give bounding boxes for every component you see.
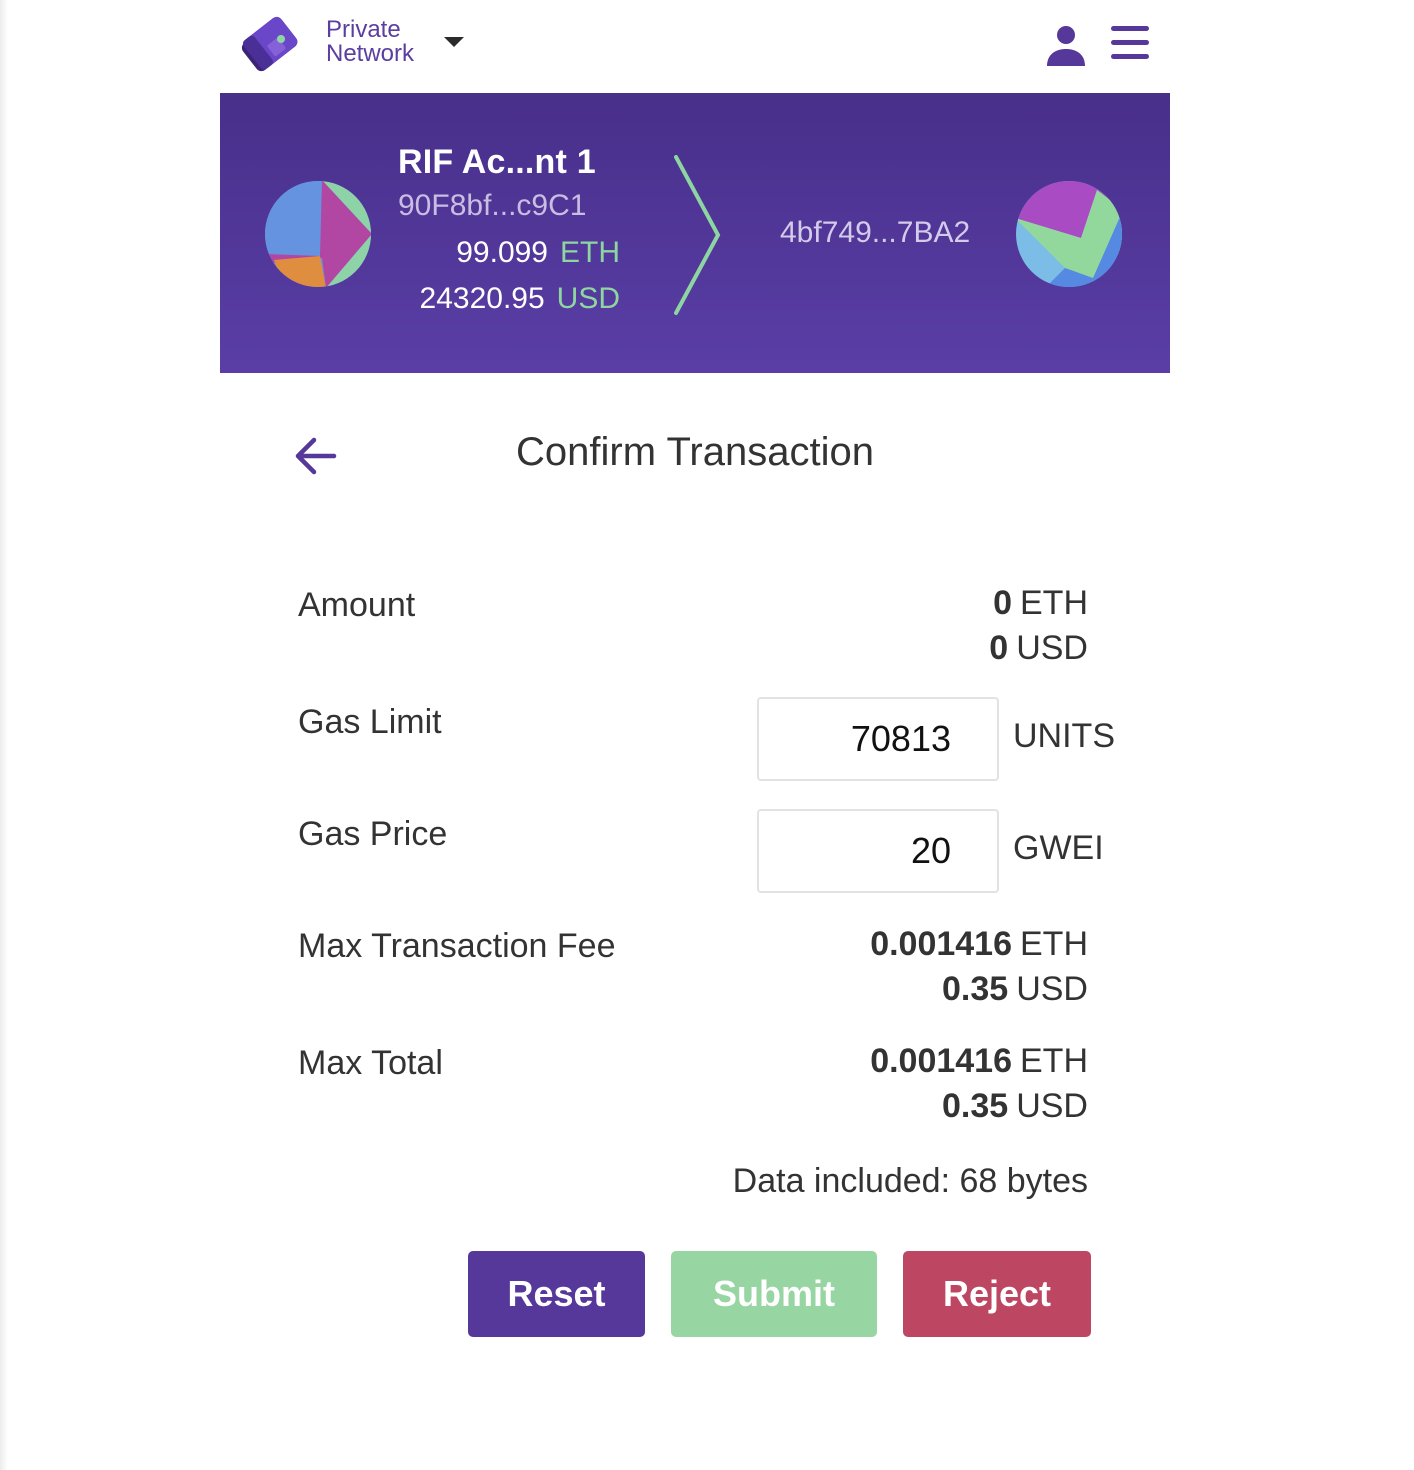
eth-balance-unit: ETH [560, 236, 620, 269]
top-bar: Private Network [220, 0, 1170, 93]
max-total-usd-unit: USD [1016, 1087, 1088, 1125]
network-name-line2: Network [326, 40, 415, 67]
reject-button[interactable]: Reject [903, 1251, 1091, 1337]
gas-price-input[interactable] [757, 809, 999, 893]
chevron-right-icon [674, 155, 721, 315]
page-title: Confirm Transaction [516, 430, 874, 474]
sender-identicon [265, 181, 371, 287]
reset-button[interactable]: Reset [468, 1251, 645, 1337]
max-total-label: Max Total [298, 1044, 443, 1082]
sender-usd-balance: 24320.95 USD [420, 282, 620, 316]
recipient-identicon [1016, 181, 1122, 287]
caret-down-icon [444, 37, 464, 47]
amount-label: Amount [298, 586, 416, 624]
hamburger-menu-icon[interactable] [1110, 24, 1150, 62]
amount-eth-value: 0 [993, 584, 1012, 622]
max-fee-eth-value: 0.001416 [870, 925, 1012, 963]
amount-usd-value: 0 [989, 629, 1009, 667]
max-total-eth-unit: ETH [1020, 1042, 1088, 1080]
sender-address: 90F8bf...c9C1 [398, 189, 587, 222]
gas-price-unit: GWEI [1013, 829, 1104, 867]
sender-account-name: RIF Ac...nt 1 [398, 143, 596, 181]
gas-price-label: Gas Price [298, 815, 448, 853]
max-fee-eth-unit: ETH [1020, 925, 1088, 963]
max-fee-usd-value: 0.35 [942, 970, 1009, 1008]
usd-balance-value: 24320.95 [419, 282, 545, 315]
recipient-address: 4bf749...7BA2 [780, 216, 971, 249]
max-total-eth: 0.001416 ETH [870, 1042, 1088, 1081]
network-name: Private Network [326, 18, 430, 66]
wallet-app: Private Network RIF Ac...nt 1 90F8bf...c… [220, 0, 1170, 1470]
max-total-usd: 0.35 USD [942, 1087, 1088, 1126]
max-fee-label: Max Transaction Fee [298, 927, 616, 965]
amount-usd: 0 USD [989, 629, 1088, 668]
network-name-line1: Private [326, 16, 401, 43]
user-icon[interactable] [1046, 24, 1086, 66]
usd-balance-unit: USD [556, 282, 620, 315]
max-fee-usd-unit: USD [1016, 970, 1088, 1008]
data-included-text: Data included: 68 bytes [732, 1162, 1088, 1200]
amount-usd-unit: USD [1016, 629, 1088, 667]
max-fee-eth: 0.001416 ETH [870, 925, 1088, 964]
submit-button[interactable]: Submit [671, 1251, 877, 1337]
amount-eth: 0 ETH [993, 584, 1088, 623]
amount-eth-unit: ETH [1020, 584, 1088, 622]
wallet-logo-icon [241, 16, 298, 72]
max-total-eth-value: 0.001416 [870, 1042, 1012, 1080]
network-selector[interactable]: Private Network [326, 18, 464, 66]
gas-limit-label: Gas Limit [298, 703, 442, 741]
gas-limit-unit: UNITS [1013, 717, 1115, 755]
page-edge-shadow [0, 0, 8, 1470]
transaction-header: RIF Ac...nt 1 90F8bf...c9C1 99.099 ETH 24… [220, 93, 1170, 373]
max-fee-usd: 0.35 USD [942, 970, 1088, 1009]
eth-balance-value: 99.099 [456, 236, 548, 269]
gas-limit-input[interactable] [757, 697, 999, 781]
sender-eth-balance: 99.099 ETH [456, 236, 620, 270]
max-total-usd-value: 0.35 [942, 1087, 1009, 1125]
